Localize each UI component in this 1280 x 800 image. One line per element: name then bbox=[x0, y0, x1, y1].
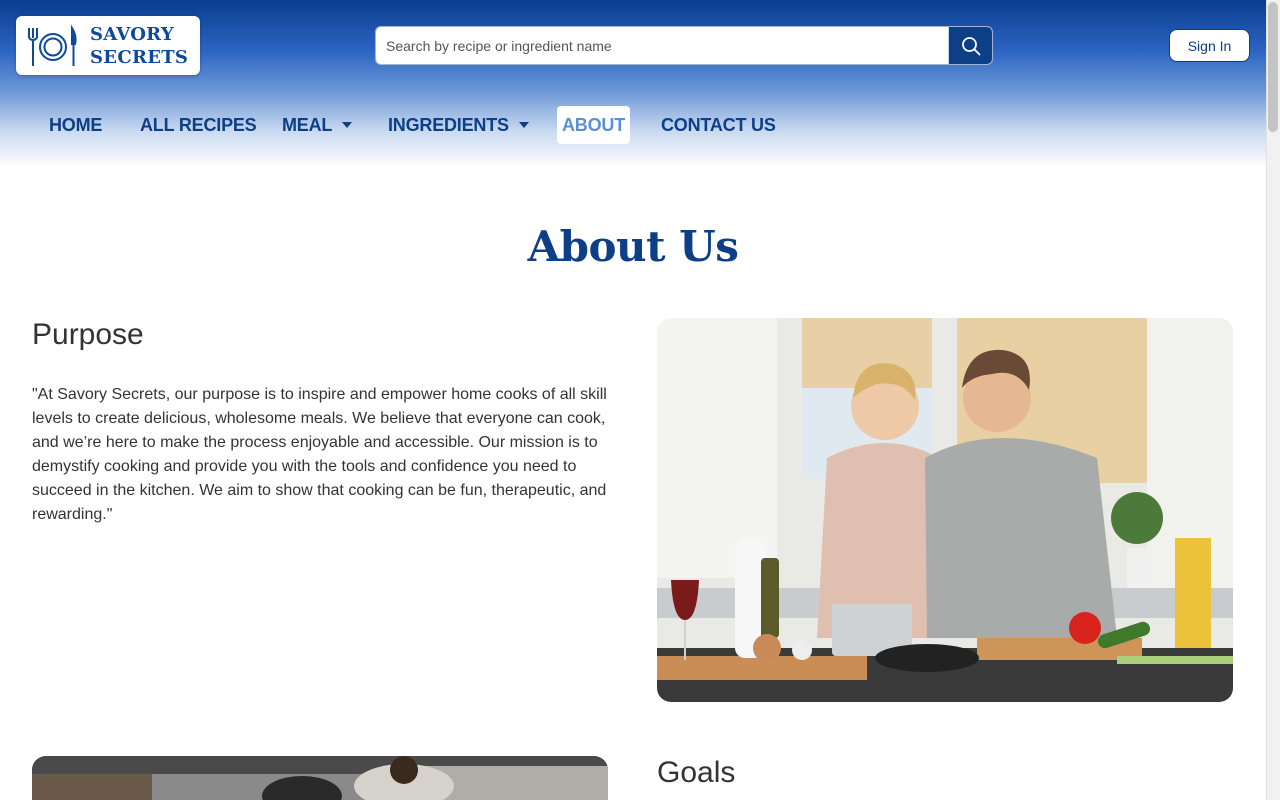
caret-down-icon bbox=[342, 122, 353, 128]
search-button[interactable] bbox=[948, 27, 992, 64]
search-icon bbox=[961, 36, 980, 55]
nav-ingredients-dropdown[interactable]: INGREDIENTS bbox=[388, 106, 529, 144]
search-input[interactable] bbox=[376, 27, 948, 64]
kitchen-scene-image bbox=[657, 318, 1233, 702]
page-scrollbar[interactable] bbox=[1266, 0, 1280, 800]
main-nav: HOME ALL RECIPES MEAL INGREDIENTS ABOUT … bbox=[0, 106, 1266, 144]
brand-name-line2: SECRETS bbox=[90, 46, 189, 68]
nav-home[interactable]: HOME bbox=[49, 106, 102, 144]
brand-name-line1: SAVORY bbox=[90, 23, 175, 45]
chef-scene-image bbox=[32, 756, 608, 800]
scrollbar-thumb[interactable] bbox=[1268, 2, 1278, 132]
nav-meal-label: MEAL bbox=[282, 114, 333, 135]
couple-cooking-photo bbox=[657, 318, 1233, 702]
page-title: About Us bbox=[527, 222, 739, 271]
purpose-heading: Purpose bbox=[32, 318, 144, 351]
nav-meal-dropdown[interactable]: MEAL bbox=[282, 106, 353, 144]
search-bar bbox=[375, 26, 993, 65]
plate-cutlery-icon bbox=[28, 24, 77, 66]
caret-down-icon bbox=[518, 122, 529, 128]
nav-all-recipes[interactable]: ALL RECIPES bbox=[140, 106, 257, 144]
goals-heading: Goals bbox=[657, 756, 736, 789]
brand-logo[interactable]: SAVORY SECRETS bbox=[16, 16, 200, 75]
purpose-text: "At Savory Secrets, our purpose is to in… bbox=[32, 386, 607, 523]
sign-in-button[interactable]: Sign In bbox=[1169, 29, 1250, 62]
nav-ingredients-label: INGREDIENTS bbox=[388, 114, 509, 135]
nav-contact[interactable]: CONTACT US bbox=[661, 106, 776, 144]
brand-name: SAVORY SECRETS bbox=[90, 23, 188, 69]
nav-about[interactable]: ABOUT bbox=[557, 106, 630, 144]
chef-photo bbox=[32, 756, 608, 800]
